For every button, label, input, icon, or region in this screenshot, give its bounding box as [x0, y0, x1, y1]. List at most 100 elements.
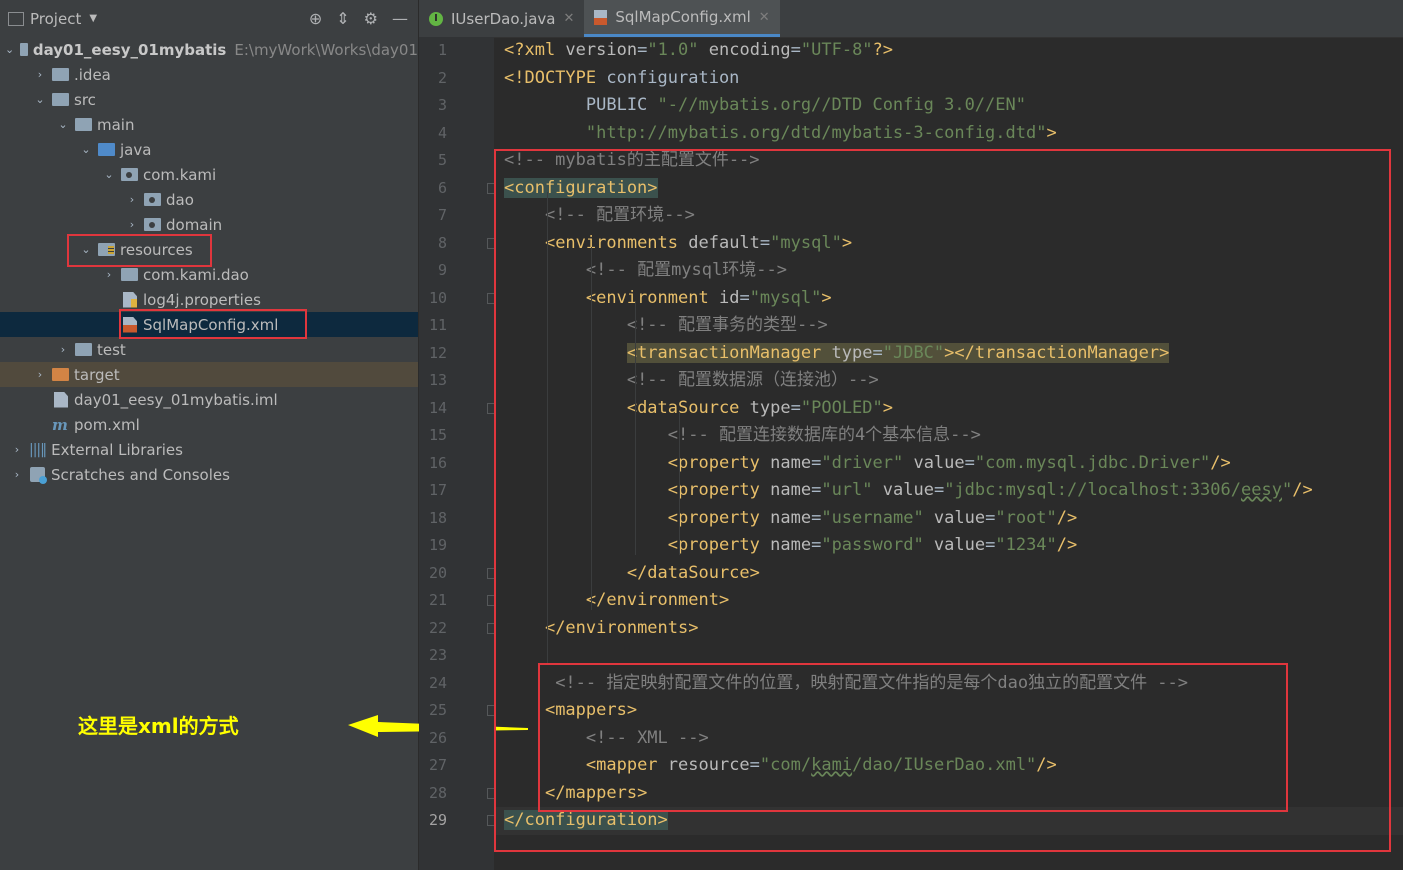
- code-line[interactable]: <configuration>: [495, 175, 1403, 203]
- code-line[interactable]: <property name="password" value="1234"/>: [495, 532, 1403, 560]
- tree-item[interactable]: log4j.properties: [0, 287, 418, 312]
- chevron-down-icon[interactable]: ⌄: [80, 243, 92, 256]
- project-view-selector[interactable]: Project ▼: [8, 10, 97, 28]
- tree-item-label: dao: [166, 190, 194, 209]
- editor-tab[interactable]: I IUserDao.java ✕: [419, 0, 584, 37]
- chevron-right-icon[interactable]: ›: [126, 218, 138, 231]
- chevron-down-icon[interactable]: ⌄: [34, 93, 46, 106]
- chevron-down-icon[interactable]: ⌄: [5, 43, 14, 56]
- code-line[interactable]: <dataSource type="POOLED">: [495, 395, 1403, 423]
- chevron-right-icon[interactable]: ›: [11, 443, 23, 456]
- folder-icon: [52, 68, 69, 81]
- code-line[interactable]: <environment id="mysql">: [495, 285, 1403, 313]
- iml-file-icon: [54, 391, 68, 408]
- chevron-down-icon[interactable]: ⌄: [103, 168, 115, 181]
- code-line[interactable]: [495, 642, 1403, 670]
- tree-item[interactable]: ⌄ java: [0, 137, 418, 162]
- tree-item[interactable]: › .idea: [0, 62, 418, 87]
- xml-file-icon: [594, 9, 608, 25]
- tree-item[interactable]: ⌄ src: [0, 87, 418, 112]
- chevron-down-icon[interactable]: ⌄: [57, 118, 69, 131]
- code-line[interactable]: <!-- mybatis的主配置文件-->: [495, 147, 1403, 175]
- code-line[interactable]: <!-- XML -->: [495, 725, 1403, 753]
- tree-item[interactable]: m pom.xml: [0, 412, 418, 437]
- code-token: configuration: [606, 67, 740, 88]
- code-line[interactable]: <!-- 配置数据源（连接池）-->: [495, 367, 1403, 395]
- tree-item-label: java: [120, 140, 152, 159]
- code-token: <environments: [544, 232, 689, 253]
- tree-item[interactable]: ⌄ day01_eesy_01mybatis E:\myWork\Works\day…: [0, 37, 418, 62]
- code-line[interactable]: </environments>: [495, 615, 1403, 643]
- code-line[interactable]: </configuration>: [495, 807, 1403, 835]
- tree-item[interactable]: › Scratches and Consoles: [0, 462, 418, 487]
- code-token: "com/: [759, 755, 812, 775]
- chevron-right-icon[interactable]: ›: [11, 468, 23, 481]
- collapse-all-icon[interactable]: ⇕: [336, 9, 349, 28]
- code-line[interactable]: </mappers>: [495, 780, 1403, 808]
- tree-item[interactable]: › domain: [0, 212, 418, 237]
- code-token: name: [770, 452, 812, 473]
- code-token: =: [811, 480, 822, 500]
- code-line[interactable]: <!DOCTYPE configuration: [495, 65, 1403, 93]
- code-token: =: [637, 40, 648, 60]
- tree-item[interactable]: › test: [0, 337, 418, 362]
- code-line[interactable]: PUBLIC "-//mybatis.org//DTD Config 3.0//…: [495, 92, 1403, 120]
- hide-icon[interactable]: —: [392, 9, 408, 28]
- locate-icon[interactable]: ⊕: [309, 9, 322, 28]
- line-number: 6: [437, 178, 447, 197]
- chevron-right-icon[interactable]: ›: [34, 68, 46, 81]
- code-token: <!-- 配置环境-->: [544, 205, 695, 225]
- chevron-down-icon[interactable]: ⌄: [80, 143, 92, 156]
- code-line[interactable]: <!-- 配置连接数据库的4个基本信息-->: [495, 422, 1403, 450]
- folder-icon: [75, 343, 92, 356]
- code-token: =: [759, 232, 771, 253]
- line-number: 9: [437, 261, 447, 279]
- code-token: value: [903, 452, 965, 473]
- chevron-right-icon[interactable]: ›: [34, 368, 46, 381]
- code-token: type: [749, 397, 791, 418]
- code-line[interactable]: <property name="driver" value="com.mysql…: [495, 450, 1403, 478]
- tree-item[interactable]: › com.kami.dao: [0, 262, 418, 287]
- code-line[interactable]: <environments default="mysql">: [495, 230, 1403, 258]
- code-line[interactable]: <mapper resource="com/kami/dao/IUserDao.…: [495, 752, 1403, 780]
- code-line[interactable]: <property name="url" value="jdbc:mysql:/…: [495, 477, 1403, 505]
- chevron-right-icon[interactable]: ›: [57, 343, 69, 356]
- tree-item[interactable]: › dao: [0, 187, 418, 212]
- code-line[interactable]: "http://mybatis.org/dtd/mybatis-3-config…: [495, 120, 1403, 148]
- code-line[interactable]: <?xml version="1.0" encoding="UTF-8"?>: [495, 37, 1403, 65]
- code-line[interactable]: <property name="username" value="root"/>: [495, 505, 1403, 533]
- code-token: default: [688, 232, 760, 253]
- code-token: =: [985, 507, 996, 528]
- tree-item[interactable]: SqlMapConfig.xml: [0, 312, 418, 337]
- tree-item[interactable]: day01_eesy_01mybatis.iml: [0, 387, 418, 412]
- tree-item[interactable]: ⌄ com.kami: [0, 162, 418, 187]
- tree-item[interactable]: ⌄ main: [0, 112, 418, 137]
- code-line[interactable]: <transactionManager type="JDBC"></transa…: [495, 340, 1403, 368]
- chevron-right-icon[interactable]: ›: [103, 268, 115, 281]
- tree-item[interactable]: › target: [0, 362, 418, 387]
- gear-icon[interactable]: ⚙: [364, 9, 378, 28]
- chevron-right-icon[interactable]: ›: [126, 193, 138, 206]
- code-editor[interactable]: <?xml version="1.0" encoding="UTF-8"?> <!…: [495, 37, 1403, 870]
- code-line[interactable]: <!-- 配置事务的类型-->: [495, 312, 1403, 340]
- editor-tab[interactable]: SqlMapConfig.xml ✕: [584, 0, 780, 37]
- tree-item[interactable]: ⌄ resources: [0, 237, 418, 262]
- code-line[interactable]: </environment>: [495, 587, 1403, 615]
- close-icon[interactable]: ✕: [759, 10, 770, 25]
- code-token: <property: [667, 452, 771, 473]
- code-line[interactable]: <!-- 配置mysql环境-->: [495, 257, 1403, 285]
- code-line[interactable]: <!-- 配置环境-->: [495, 202, 1403, 230]
- tree-item[interactable]: › |||‖ External Libraries: [0, 437, 418, 462]
- indent-guide: [591, 247, 592, 610]
- line-number: 3: [437, 96, 447, 114]
- code-token: type: [831, 342, 873, 363]
- line-number: 28: [428, 783, 447, 802]
- code-line[interactable]: <!-- 指定映射配置文件的位置，映射配置文件指的是每个dao独立的配置文件 -…: [495, 670, 1403, 698]
- code-line[interactable]: <mappers>: [495, 697, 1403, 725]
- code-line[interactable]: </dataSource>: [495, 560, 1403, 588]
- code-token: <!-- mybatis的主配置文件-->: [504, 150, 760, 170]
- code-token: =: [964, 452, 975, 473]
- close-icon[interactable]: ✕: [563, 11, 574, 26]
